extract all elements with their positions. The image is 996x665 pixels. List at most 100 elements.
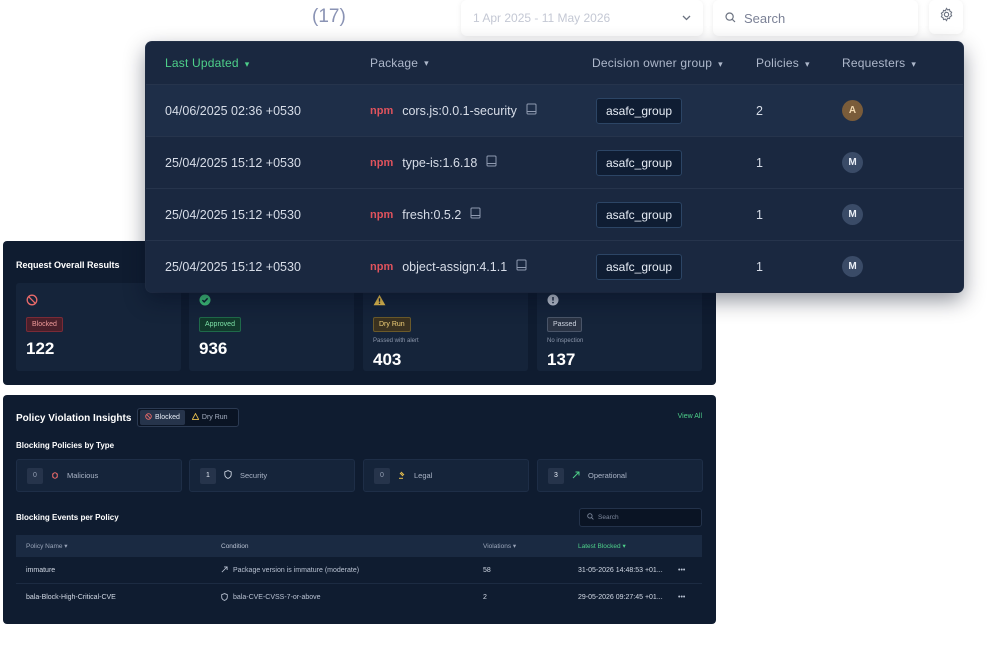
package-count: (17) (312, 6, 346, 27)
view-all-link[interactable]: View All (678, 413, 702, 420)
last-updated: 25/04/2025 15:12 +0530 (165, 207, 301, 222)
avatar[interactable]: M (842, 256, 863, 277)
requester-cell: M (842, 204, 863, 225)
package-cell: npm type-is:1.6.18 (370, 155, 497, 170)
search-input[interactable]: Search (713, 0, 918, 36)
col-violations[interactable]: Violations ▾ (483, 542, 578, 550)
package-name[interactable]: fresh:0.5.2 (402, 208, 461, 222)
avatar[interactable]: M (842, 152, 863, 173)
table-row[interactable]: 04/06/2025 02:36 +0530 npm cors.js:0.0.1… (146, 84, 963, 136)
by-type-title: Blocking Policies by Type (16, 441, 115, 450)
type-label: Security (240, 471, 268, 480)
type-count: 0 (374, 467, 390, 484)
group-badge[interactable]: asafc_group (596, 149, 683, 176)
col-decision-owner-group[interactable]: Decision owner group ▾ (592, 56, 723, 70)
book-icon[interactable] (526, 103, 537, 118)
events-search-input[interactable]: Search (579, 508, 702, 527)
group-badge[interactable]: asafc_group (596, 201, 683, 228)
blocking-events-table: Policy Name ▾ Condition Violations ▾ Lat… (16, 535, 702, 611)
col-condition[interactable]: Condition (221, 543, 483, 550)
policies-count: 2 (756, 103, 763, 118)
last-updated: 25/04/2025 15:12 +0530 (165, 155, 301, 170)
violations-count: 58 (483, 566, 491, 574)
chevron-down-icon: ▾ (911, 59, 917, 69)
package-cell: npm cors.js:0.0.1-security (370, 103, 537, 118)
col-package[interactable]: Package ▾ (370, 56, 429, 70)
requester-cell: M (842, 256, 863, 277)
latest-blocked: 31-05-2026 14:48:53 +01... (578, 566, 663, 574)
package-name[interactable]: object-assign:4.1.1 (402, 260, 507, 274)
type-card-security[interactable]: 1 Security (189, 459, 355, 492)
col-requesters[interactable]: Requesters ▾ (842, 56, 916, 70)
group-cell: asafc_group (596, 97, 683, 124)
registry-label: npm (370, 260, 394, 273)
package-cell: npm object-assign:4.1.1 (370, 259, 527, 274)
type-count: 0 (27, 467, 43, 484)
settings-button[interactable] (929, 0, 963, 34)
shield-icon (224, 470, 232, 481)
policy-name: immature (26, 566, 56, 574)
condition-text: bala-CVE-CVSS-7-or-above (233, 594, 321, 601)
date-range-picker[interactable]: 1 Apr 2025 - 11 May 2026 (461, 0, 703, 36)
book-icon[interactable] (516, 259, 527, 274)
chevron-down-icon: ▾ (804, 59, 810, 69)
approved-card[interactable]: Approved 936 (189, 283, 354, 371)
toggle-blocked-label: Blocked (155, 414, 180, 421)
table-row[interactable]: 25/04/2025 15:12 +0530 npm type-is:1.6.1… (146, 136, 963, 188)
dry-run-badge: Dry Run (373, 317, 411, 332)
policies-count: 1 (756, 207, 763, 222)
type-label: Legal (414, 471, 433, 480)
approved-count: 936 (199, 339, 228, 358)
registry-label: npm (370, 104, 394, 117)
col-latest-blocked[interactable]: Latest Blocked ▾ (578, 542, 678, 550)
toggle-blocked[interactable]: Blocked (140, 410, 185, 425)
events-search-placeholder: Search (598, 514, 619, 521)
dry-run-subtext: Passed with alert (373, 338, 419, 344)
more-options-icon[interactable]: ••• (678, 567, 702, 574)
trend-arrow-icon (572, 471, 580, 481)
package-name[interactable]: type-is:1.6.18 (402, 156, 477, 170)
chevron-down-icon: ▾ (244, 59, 250, 69)
dry-run-card[interactable]: Dry Run Passed with alert 403 (363, 283, 528, 371)
registry-label: npm (370, 156, 394, 169)
last-updated: 04/06/2025 02:36 +0530 (165, 103, 301, 118)
col-policies[interactable]: Policies ▾ (756, 56, 810, 70)
passed-count: 137 (547, 350, 576, 369)
type-card-operational[interactable]: 3 Operational (537, 459, 703, 492)
toggle-dry-run[interactable]: Dry Run (187, 410, 233, 425)
date-range-value: 1 Apr 2025 - 11 May 2026 (473, 11, 611, 25)
group-badge[interactable]: asafc_group (596, 97, 683, 124)
policy-name: bala-Block-High-Critical-CVE (26, 594, 116, 601)
gear-icon (939, 7, 954, 27)
col-last-updated[interactable]: Last Updated ▾ (165, 56, 250, 70)
table-row[interactable]: 25/04/2025 15:12 +0530 npm object-assign… (146, 240, 963, 292)
group-badge[interactable]: asafc_group (596, 253, 683, 280)
chevron-down-icon: ▾ (424, 57, 429, 68)
avatar[interactable]: M (842, 204, 863, 225)
book-icon[interactable] (486, 155, 497, 170)
blocked-badge: Blocked (26, 317, 63, 332)
policies-count: 1 (756, 155, 763, 170)
type-card-malicious[interactable]: 0 Malicious (16, 459, 182, 492)
violations-count: 2 (483, 594, 487, 601)
table-header: Policy Name ▾ Condition Violations ▾ Lat… (16, 535, 702, 557)
col-policy-name[interactable]: Policy Name ▾ (16, 542, 221, 550)
table-row[interactable]: bala-Block-High-Critical-CVE bala-CVE-CV… (16, 584, 702, 611)
shield-icon (221, 592, 228, 603)
toggle-dry-run-label: Dry Run (201, 414, 228, 421)
passed-card[interactable]: Passed No inspection 137 (537, 283, 702, 371)
package-name[interactable]: cors.js:0.0.1-security (402, 104, 517, 118)
type-label: Operational (588, 471, 627, 480)
avatar[interactable]: A (842, 100, 863, 121)
blocked-card[interactable]: Blocked 122 (16, 283, 181, 371)
table-row[interactable]: immature Package version is immature (mo… (16, 557, 702, 584)
book-icon[interactable] (470, 207, 481, 222)
more-options-icon[interactable]: ••• (678, 594, 702, 601)
gavel-icon (398, 471, 406, 481)
table-row[interactable]: 25/04/2025 15:12 +0530 npm fresh:0.5.2 a… (146, 188, 963, 240)
type-card-legal[interactable]: 0 Legal (363, 459, 529, 492)
type-count: 1 (200, 467, 216, 484)
condition-text: Package version is immature (moderate) (233, 566, 360, 574)
warning-icon (191, 412, 200, 422)
warning-icon (373, 293, 386, 306)
